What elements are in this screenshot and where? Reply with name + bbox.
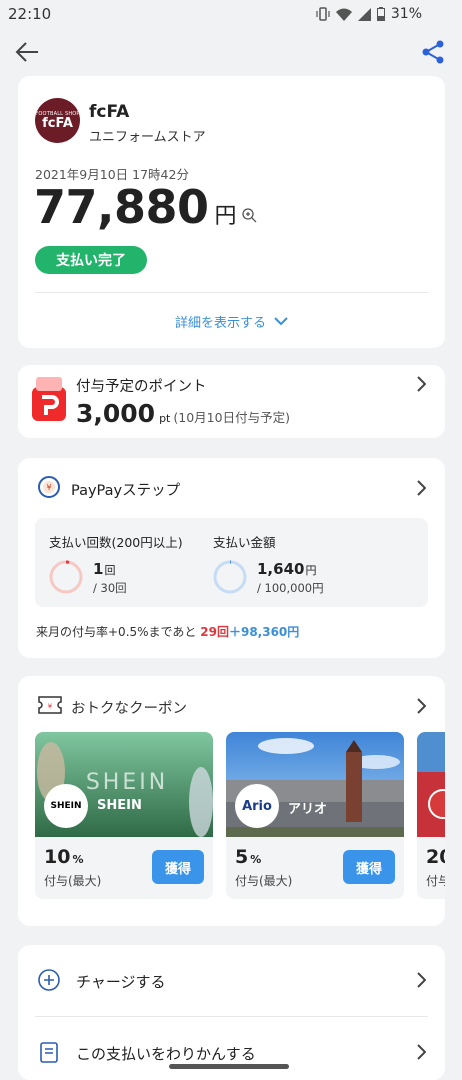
split-bill-label: この支払いをわりかんする	[76, 1045, 256, 1063]
charge-row[interactable]: チャージする	[18, 945, 445, 1015]
amount-value: 77,880	[34, 180, 209, 234]
coupon-shein[interactable]: SHEIN SHEIN SHEIN 10% 付与(最大) 獲得	[35, 732, 213, 899]
coupon-rate-note: 付与(最大)	[44, 874, 102, 888]
remaining-amount: ＋98,360円	[228, 625, 300, 639]
status-time: 22:10	[8, 5, 52, 23]
count-value: 1回	[93, 560, 116, 578]
svg-text:SHEIN: SHEIN	[86, 770, 168, 795]
vibrate-icon	[316, 7, 330, 21]
coupon-rate-note: 付与	[426, 874, 445, 888]
share-icon[interactable]	[420, 39, 446, 65]
currency-label: 円	[214, 204, 237, 229]
step-badge-icon: ¥	[38, 476, 60, 498]
coupon-rate-note: 付与(最大)	[235, 874, 293, 888]
status-icons: 31%	[316, 6, 422, 22]
divider	[35, 292, 428, 293]
merchant-name: fcFA	[89, 102, 130, 122]
wifi-icon	[335, 8, 352, 21]
payment-summary-card: FOOTBALL SHOP fcFA fcFA ユニフォームストア 2021年9…	[18, 76, 445, 348]
chevron-down-icon	[274, 317, 288, 326]
remaining-count: 29回	[200, 625, 229, 639]
svg-text:¥: ¥	[48, 703, 53, 711]
coupon-rate: 20	[426, 846, 445, 868]
coupon-ario[interactable]: Ario アリオ 5% 付与(最大) 獲得	[226, 732, 404, 899]
coupons-title: おトクなクーポン	[71, 701, 187, 717]
battery-percent: 31%	[390, 6, 422, 22]
show-details-label: 詳細を表示する	[174, 316, 266, 331]
split-bill-row[interactable]: この支払いをわりかんする	[18, 1017, 445, 1080]
chevron-right-icon	[417, 1044, 426, 1060]
chevron-right-icon	[417, 480, 426, 496]
amount-target: / 100,000円	[257, 581, 324, 595]
zoom-in-icon[interactable]	[241, 207, 257, 223]
get-coupon-button[interactable]: 獲得	[152, 850, 204, 884]
count-label: 支払い回数(200円以上)	[49, 535, 183, 550]
points-value: 3,000	[76, 399, 156, 428]
coupon-partial[interactable]: 20 付与	[417, 732, 445, 899]
coupon-rate: 10%	[44, 846, 84, 868]
next-rate-message: 来月の付与率+0.5%まであと 29回＋98,360円	[36, 625, 300, 639]
points-grant-date: (10月10日付与予定)	[173, 410, 290, 425]
payment-amount: 77,880 円	[34, 180, 257, 234]
coupons-card: ¥ おトクなクーポン SHEIN SHEIN SHEIN 10% 付与(最大) …	[18, 676, 445, 926]
amount-progress-ring	[213, 560, 247, 594]
step-progress-box: 支払い回数(200円以上) 1回 / 30回 支払い金額 1,640円 / 10…	[35, 518, 428, 607]
charge-label: チャージする	[76, 973, 166, 991]
chevron-right-icon[interactable]	[416, 698, 426, 714]
chevron-right-icon	[417, 972, 426, 988]
partial-banner-image	[417, 732, 445, 837]
coupon-rate: 5%	[235, 846, 262, 868]
payment-count-progress: 支払い回数(200円以上) 1回 / 30回	[49, 532, 183, 595]
battery-icon	[376, 7, 385, 21]
payment-amount-progress: 支払い金額 1,640円 / 100,000円	[213, 532, 324, 595]
paypay-step-card[interactable]: ¥ PayPayステップ 支払い回数(200円以上) 1回 / 30回 支払い金…	[18, 458, 445, 658]
ario-logo: Ario	[235, 784, 279, 828]
count-target: / 30回	[93, 581, 127, 595]
amount-label: 支払い金額	[213, 535, 276, 550]
back-arrow-icon[interactable]	[14, 40, 40, 64]
step-title: PayPayステップ	[71, 483, 181, 499]
points-unit: pt	[159, 412, 171, 425]
show-details-link[interactable]: 詳細を表示する	[18, 312, 445, 331]
merchant-category: ユニフォームストア	[89, 130, 206, 145]
shein-logo: SHEIN	[44, 784, 88, 828]
svg-text:¥: ¥	[46, 483, 51, 492]
coupon-icon: ¥	[38, 696, 62, 714]
chevron-right-icon	[417, 376, 426, 392]
actions-card: チャージする この支払いをわりかんする	[18, 945, 445, 1080]
plus-circle-icon	[38, 969, 60, 991]
split-bill-icon	[40, 1042, 58, 1063]
payment-status-badge: 支払い完了	[35, 246, 147, 274]
points-card[interactable]: 付与予定のポイント 3,000 pt (10月10日付与予定)	[18, 365, 445, 438]
amount-value: 1,640円	[257, 560, 317, 578]
points-value-row: 3,000 pt (10月10日付与予定)	[76, 399, 290, 428]
status-bar: 22:10 31%	[0, 0, 462, 30]
signal-icon	[357, 7, 371, 21]
home-indicator[interactable]	[169, 1064, 289, 1069]
top-nav	[0, 30, 462, 74]
merchant-logo: FOOTBALL SHOP fcFA	[35, 98, 80, 143]
coupon-merchant-name: SHEIN	[97, 798, 142, 813]
points-title: 付与予定のポイント	[76, 379, 207, 395]
coupon-merchant-name: アリオ	[288, 802, 328, 817]
get-coupon-button[interactable]: 獲得	[343, 850, 395, 884]
paypay-logo-icon	[32, 377, 66, 421]
count-progress-ring	[49, 560, 83, 594]
